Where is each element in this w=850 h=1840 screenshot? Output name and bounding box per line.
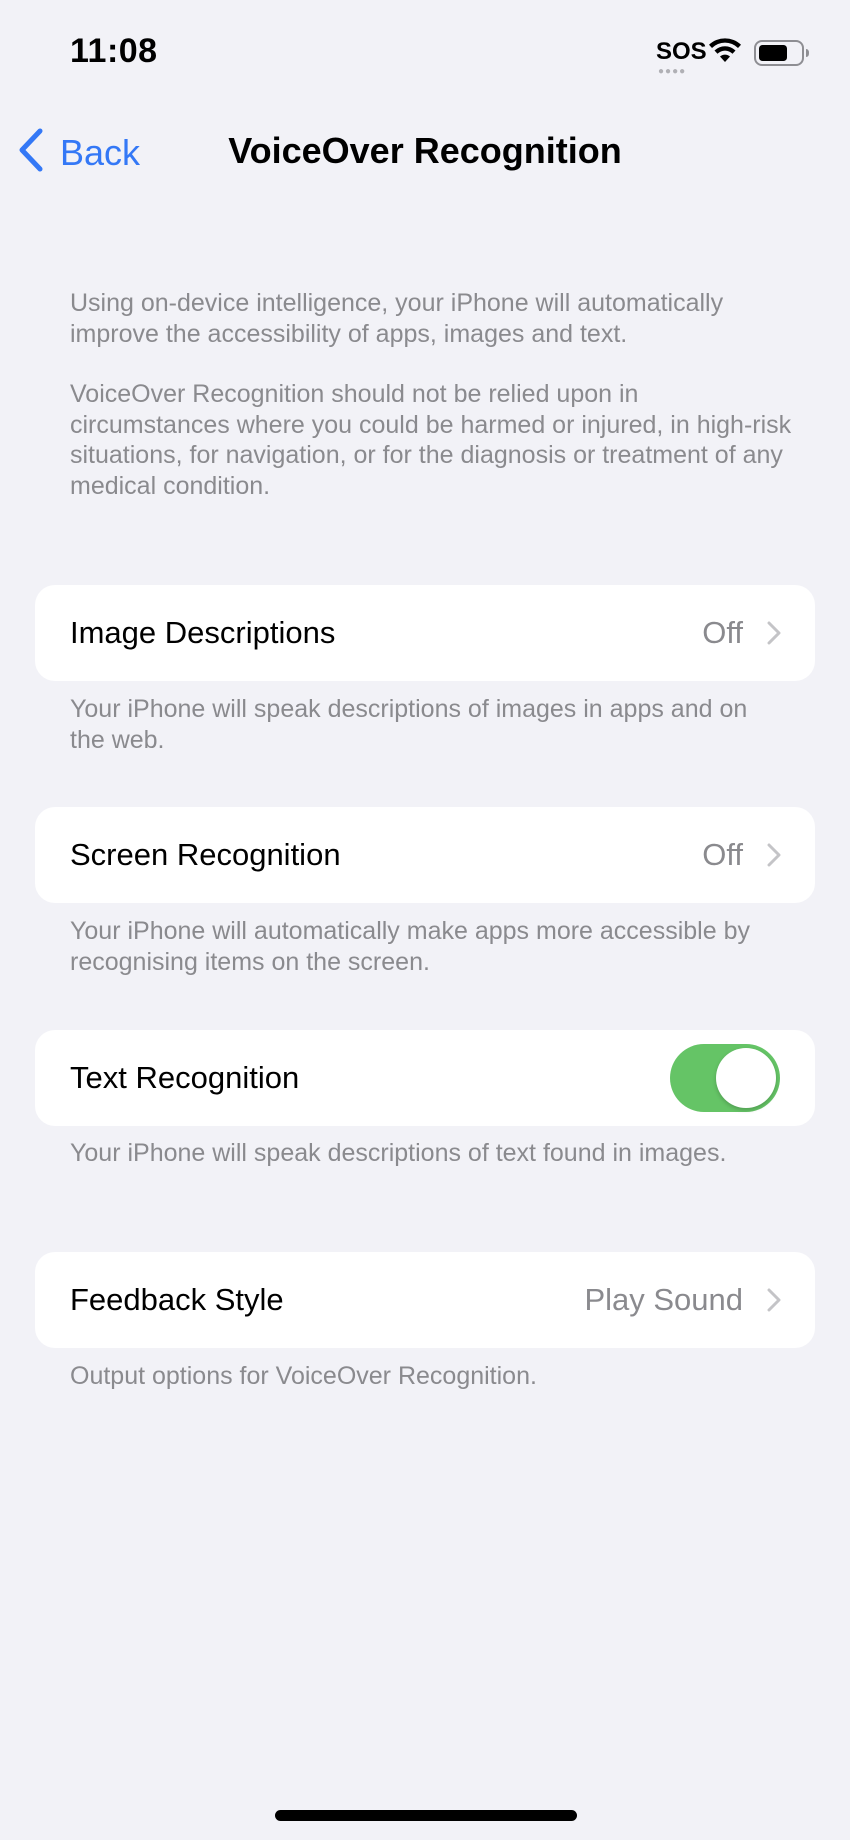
cell-label: Feedback Style (70, 1282, 284, 1317)
chevron-right-icon (767, 621, 781, 650)
status-time: 11:08 (70, 32, 158, 70)
image-descriptions-cell[interactable]: Image Descriptions Off (35, 585, 815, 681)
navigation-bar: Back VoiceOver Recognition (0, 120, 850, 180)
screen-recognition-cell[interactable]: Screen Recognition Off (35, 807, 815, 903)
intro-paragraph: Using on-device intelligence, your iPhon… (70, 289, 724, 348)
image-descriptions-footer: Your iPhone will speak descriptions of i… (70, 695, 748, 754)
cell-label: Text Recognition (70, 1060, 300, 1095)
text-recognition-cell: Text Recognition (35, 1030, 815, 1126)
feedback-style-cell[interactable]: Feedback Style Play Sound (35, 1252, 815, 1348)
battery-icon (754, 40, 810, 71)
home-indicator[interactable] (275, 1810, 577, 1821)
cell-label: Screen Recognition (70, 837, 341, 872)
cell-value: Play Sound (584, 1282, 743, 1317)
cell-label: Image Descriptions (70, 615, 336, 650)
intro-text: Using on-device intelligence, your iPhon… (70, 288, 800, 501)
toggle-knob (716, 1048, 776, 1108)
cell-value: Off (702, 615, 743, 650)
screen-recognition-footer: Your iPhone will automatically make apps… (70, 917, 750, 976)
carrier-label: SOS (656, 38, 707, 65)
page-title: VoiceOver Recognition (228, 130, 622, 171)
text-recognition-footer: Your iPhone will speak descriptions of t… (70, 1139, 727, 1167)
signal-dots: ●●●● (658, 66, 687, 77)
text-recognition-toggle[interactable] (670, 1044, 780, 1112)
disclaimer-paragraph: VoiceOver Recognition should not be reli… (70, 380, 792, 500)
chevron-right-icon (767, 843, 781, 872)
status-bar: 11:08 SOS ●●●● (0, 0, 850, 100)
wifi-icon (708, 38, 742, 69)
feedback-style-footer: Output options for VoiceOver Recognition… (70, 1362, 537, 1390)
chevron-right-icon (767, 1288, 781, 1317)
cell-value: Off (702, 837, 743, 872)
